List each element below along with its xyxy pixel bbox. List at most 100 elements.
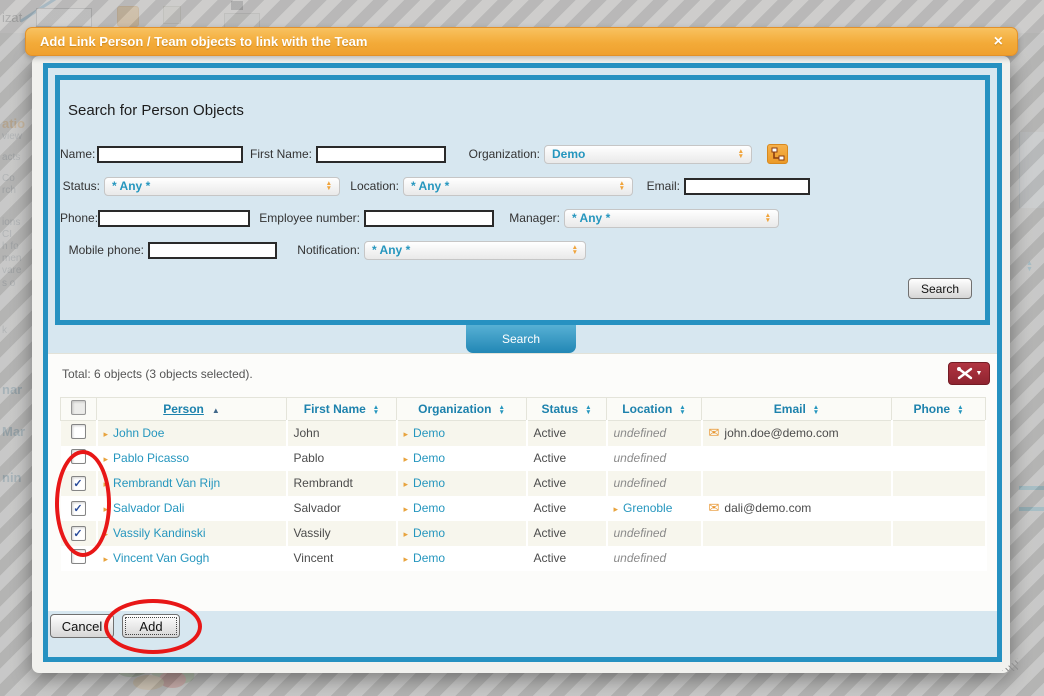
- link-bullet-icon: ▸: [404, 429, 409, 439]
- email-input[interactable]: [684, 178, 810, 195]
- organization-link[interactable]: Demo: [413, 476, 445, 490]
- employee-number-input[interactable]: [364, 210, 494, 227]
- table-row: ✓ ▸Salvador Dali Salvador ▸Demo Active ▸…: [61, 496, 986, 521]
- table-row: ✓ ▸Rembrandt Van Rijn Rembrandt ▸Demo Ac…: [61, 471, 986, 496]
- search-panel-heading: Search for Person Objects: [68, 102, 244, 119]
- sort-icon: ▲▼: [957, 405, 963, 415]
- phone-cell: [892, 471, 986, 496]
- dialog-title: Add Link Person / Team objects to link w…: [40, 34, 367, 49]
- phone-cell: [892, 521, 986, 546]
- notification-select-value: * Any *: [372, 243, 410, 257]
- header-row: Person▲First Name▲▼Organization▲▼Status▲…: [61, 398, 986, 421]
- row-checkbox[interactable]: [71, 449, 86, 464]
- person-link[interactable]: John Doe: [113, 426, 164, 440]
- location-select[interactable]: * Any * ▲▼: [403, 177, 633, 196]
- column-header-location[interactable]: Location▲▼: [607, 398, 702, 421]
- name-input[interactable]: [97, 146, 243, 163]
- organization-hierarchy-button[interactable]: [767, 144, 788, 164]
- select-all-checkbox[interactable]: [71, 400, 86, 415]
- status-select-value: * Any *: [112, 179, 150, 193]
- location-cell: undefined: [607, 546, 702, 571]
- column-header-person[interactable]: Person▲: [97, 398, 287, 421]
- person-link[interactable]: Salvador Dali: [113, 501, 184, 515]
- person-link[interactable]: Rembrandt Van Rijn: [113, 476, 220, 490]
- status-field: Status: * Any * ▲▼: [62, 176, 340, 196]
- mobile-phone-field: Mobile phone:: [60, 240, 277, 260]
- search-tab[interactable]: Search: [466, 325, 576, 353]
- person-link[interactable]: Vassily Kandinski: [113, 526, 205, 540]
- location-undefined: undefined: [614, 526, 667, 540]
- manager-label: Manager:: [508, 211, 560, 225]
- phone-input[interactable]: [98, 210, 250, 227]
- first-name-cell: Salvador: [287, 496, 397, 521]
- screen: izat atioviewactsCorchionsCIh fomenvares…: [0, 0, 1044, 696]
- location-link[interactable]: Grenoble: [623, 501, 672, 515]
- organization-field: Organization: Demo ▲▼: [460, 144, 788, 164]
- notification-select[interactable]: * Any * ▲▼: [364, 241, 586, 260]
- organization-select[interactable]: Demo ▲▼: [544, 145, 752, 164]
- first-name-cell: John: [287, 421, 397, 446]
- person-link[interactable]: Pablo Picasso: [113, 451, 189, 465]
- first-name-input[interactable]: [316, 146, 446, 163]
- email-label: Email:: [642, 179, 680, 193]
- row-checkbox[interactable]: ✓: [71, 501, 86, 516]
- column-header-organization[interactable]: Organization▲▼: [397, 398, 527, 421]
- organization-link[interactable]: Demo: [413, 426, 445, 440]
- notification-label: Notification:: [292, 243, 360, 257]
- sort-asc-icon: ▲: [212, 406, 220, 415]
- select-arrows-icon: ▲▼: [572, 245, 578, 255]
- form-search-button[interactable]: Search: [908, 278, 972, 299]
- first-name-label: First Name:: [246, 147, 312, 161]
- select-arrows-icon: ▲▼: [326, 181, 332, 191]
- organization-link[interactable]: Demo: [413, 526, 445, 540]
- row-checkbox[interactable]: [71, 549, 86, 564]
- caret-down-icon: ▼: [976, 370, 983, 377]
- location-cell: ▸ Grenoble: [607, 496, 702, 521]
- link-bullet-icon: ▸: [614, 504, 619, 514]
- person-link[interactable]: Vincent Van Gogh: [113, 551, 209, 565]
- manager-field: Manager: * Any * ▲▼: [508, 208, 779, 228]
- close-icon[interactable]: ×: [994, 34, 1003, 50]
- results-summary: Total: 6 objects (3 objects selected).: [62, 367, 253, 381]
- row-checkbox[interactable]: [71, 424, 86, 439]
- sort-icon: ▲▼: [373, 405, 379, 415]
- status-cell: Active: [527, 496, 607, 521]
- results-panel: Total: 6 objects (3 objects selected). ▼…: [48, 353, 997, 611]
- column-header-email[interactable]: Email▲▼: [702, 398, 892, 421]
- location-cell: undefined: [607, 446, 702, 471]
- email-cell: [702, 521, 892, 546]
- email-field: Email:: [642, 176, 810, 196]
- organization-select-value: Demo: [552, 147, 585, 161]
- link-bullet-icon: ▸: [104, 554, 109, 564]
- link-bullet-icon: ▸: [104, 429, 109, 439]
- results-table: Person▲First Name▲▼Organization▲▼Status▲…: [60, 397, 987, 571]
- employee-number-label: Employee number:: [256, 211, 360, 225]
- dialog-title-bar[interactable]: Add Link Person / Team objects to link w…: [25, 27, 1018, 56]
- status-label: Status:: [62, 179, 100, 193]
- table-actions-button[interactable]: ▼: [948, 362, 990, 385]
- organization-link[interactable]: Demo: [413, 451, 445, 465]
- manager-select[interactable]: * Any * ▲▼: [564, 209, 779, 228]
- table-row: ▸John Doe John ▸Demo Active undefined ✉j…: [61, 421, 986, 446]
- cancel-button[interactable]: Cancel: [50, 614, 114, 638]
- table-row: ✓ ▸Vassily Kandinski Vassily ▸Demo Activ…: [61, 521, 986, 546]
- column-header-status[interactable]: Status▲▼: [527, 398, 607, 421]
- mobile-phone-input[interactable]: [148, 242, 277, 259]
- column-header-phone[interactable]: Phone▲▼: [892, 398, 986, 421]
- row-checkbox[interactable]: ✓: [71, 476, 86, 491]
- organization-link[interactable]: Demo: [413, 551, 445, 565]
- sort-icon: ▲▼: [679, 405, 685, 415]
- row-checkbox[interactable]: ✓: [71, 526, 86, 541]
- results-table-body: ▸John Doe John ▸Demo Active undefined ✉j…: [61, 421, 986, 571]
- location-undefined: undefined: [614, 426, 667, 440]
- first-name-cell: Vassily: [287, 521, 397, 546]
- employee-number-field: Employee number:: [256, 208, 494, 228]
- add-button[interactable]: Add: [122, 614, 180, 638]
- organization-link[interactable]: Demo: [413, 501, 445, 515]
- hierarchy-icon: [771, 147, 785, 161]
- column-header-first_name[interactable]: First Name▲▼: [287, 398, 397, 421]
- location-field: Location: * Any * ▲▼: [343, 176, 633, 196]
- status-select[interactable]: * Any * ▲▼: [104, 177, 340, 196]
- phone-cell: [892, 421, 986, 446]
- phone-label: Phone:: [60, 211, 94, 225]
